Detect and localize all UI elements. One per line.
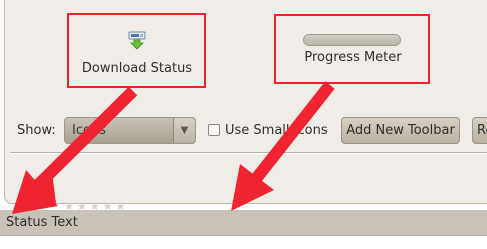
show-combobox[interactable]: Icons ▼ [64, 117, 196, 144]
chevron-down-icon[interactable]: ▼ [173, 118, 195, 143]
download-status-icon[interactable] [127, 31, 147, 51]
add-new-toolbar-button[interactable]: Add New Toolbar [341, 117, 460, 144]
progress-meter-highlight-box [274, 14, 430, 84]
progress-meter-label[interactable]: Progress Meter [277, 50, 429, 65]
restore-default-set-button[interactable]: Re [472, 117, 487, 144]
download-status-label[interactable]: Download Status [70, 61, 204, 76]
customize-toolbar-screen: Download Status Progress Meter Show: Ico… [0, 0, 487, 249]
progress-meter[interactable] [303, 34, 401, 46]
status-text: Status Text [6, 215, 78, 230]
show-label: Show: [17, 123, 56, 138]
show-combobox-value: Icons [72, 123, 106, 138]
use-small-icons-label[interactable]: Use Small Icons [225, 123, 328, 138]
use-small-icons-checkbox[interactable] [208, 124, 220, 136]
status-bar: Status Text [0, 210, 487, 236]
dialog-separator [10, 152, 487, 154]
